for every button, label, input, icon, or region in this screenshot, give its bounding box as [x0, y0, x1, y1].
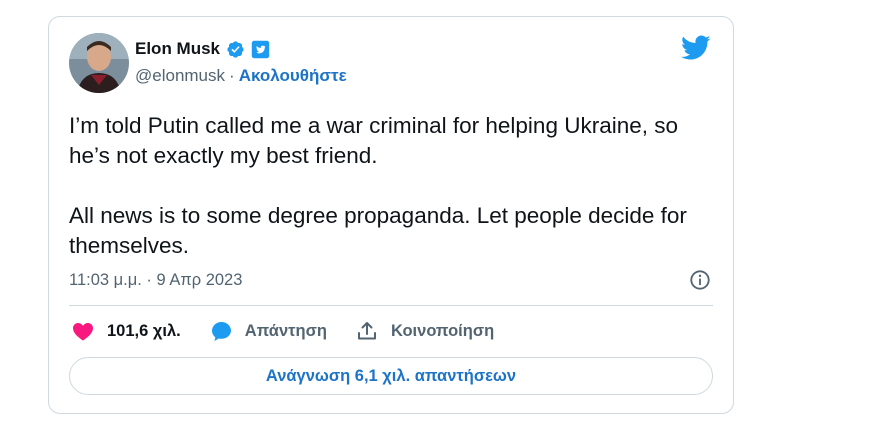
- share-label: Κοινοποίηση: [390, 321, 495, 340]
- tweet-paragraph: I’m told Putin called me a war criminal …: [69, 113, 679, 168]
- read-replies-button[interactable]: Ανάγνωση 6,1 χιλ. απαντήσεων: [69, 357, 713, 395]
- reply-button[interactable]: Απάντηση: [209, 319, 327, 343]
- tweet-timestamp[interactable]: 11:03 μ.μ. · 9 Απρ 2023: [69, 271, 242, 290]
- twitter-bird-icon[interactable]: [681, 35, 711, 61]
- like-count: 101,6 χιλ.: [107, 321, 181, 340]
- tweet-text: I’m told Putin called me a war criminal …: [69, 111, 719, 261]
- tweet-card: Elon Musk @elonmusk · Ακολουθήστε I’m to…: [48, 16, 734, 414]
- author-handle[interactable]: @elonmusk: [135, 66, 225, 86]
- heart-icon: [73, 323, 93, 341]
- separator-dot: ·: [229, 66, 235, 85]
- like-button[interactable]: 101,6 χιλ.: [71, 319, 181, 343]
- author-name[interactable]: Elon Musk: [135, 39, 220, 59]
- verified-badge-icon: [227, 40, 244, 58]
- share-button[interactable]: Κοινοποίηση: [355, 319, 494, 343]
- info-icon[interactable]: [689, 269, 711, 291]
- avatar[interactable]: [69, 33, 129, 93]
- action-bar: 101,6 χιλ. Απάντηση Κοινοποίηση: [71, 319, 522, 343]
- follow-link[interactable]: Ακολουθήστε: [239, 66, 347, 86]
- tweet-paragraph: All news is to some degree propaganda. L…: [69, 203, 687, 258]
- twitter-badge-icon: [251, 40, 270, 58]
- share-icon: [357, 322, 376, 340]
- divider: [69, 305, 713, 306]
- reply-label: Απάντηση: [244, 321, 327, 340]
- reply-bubble-icon: [211, 322, 231, 341]
